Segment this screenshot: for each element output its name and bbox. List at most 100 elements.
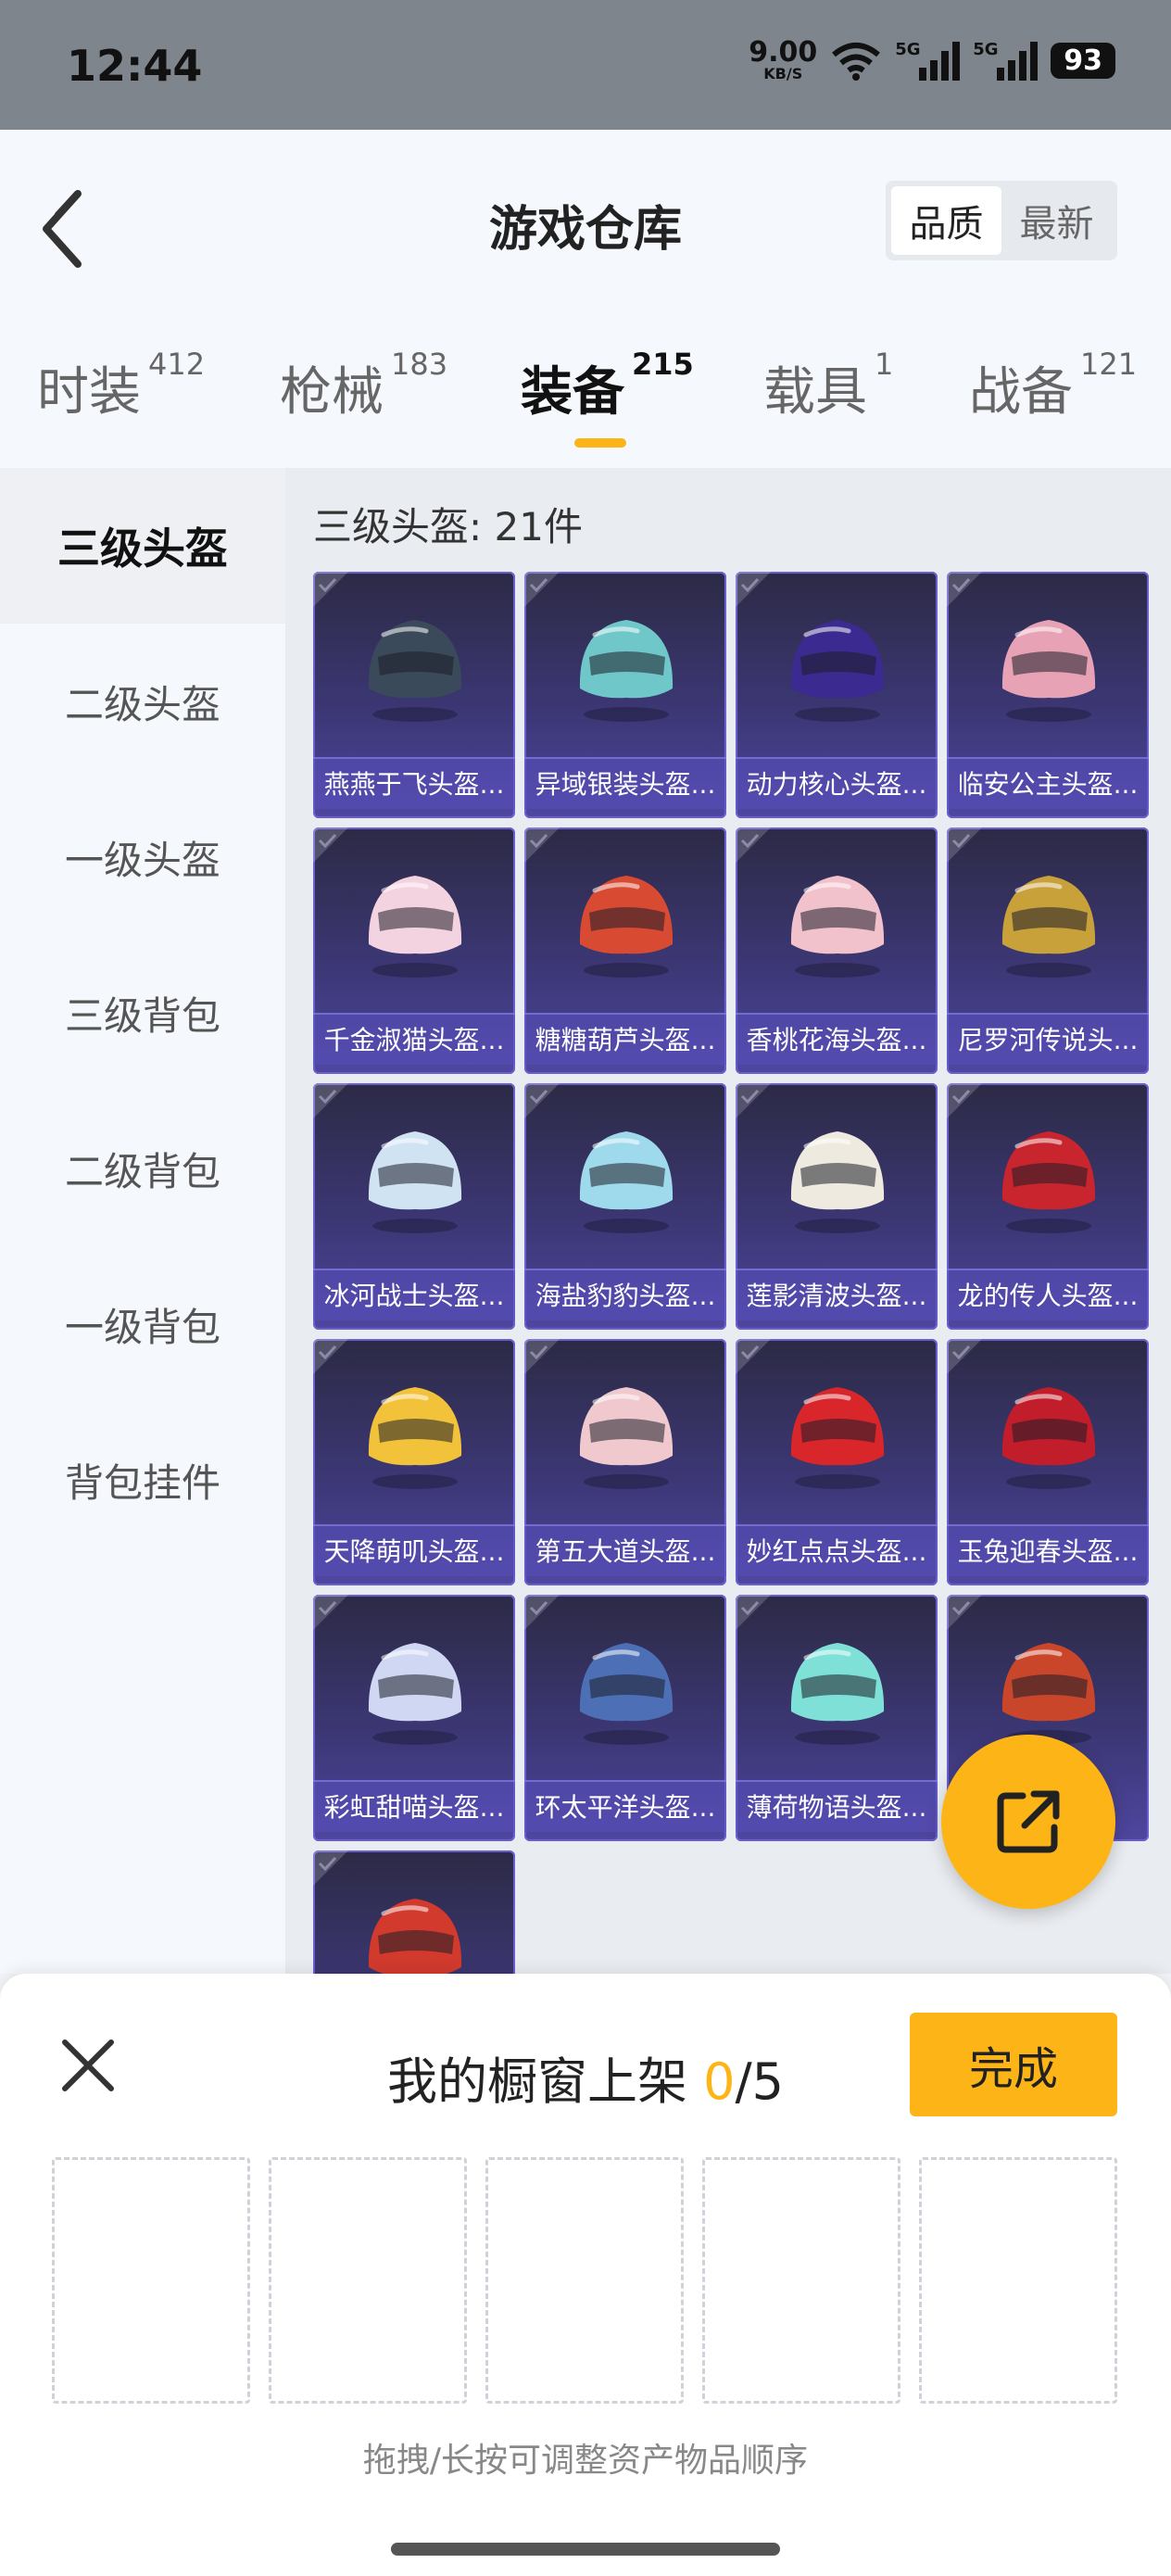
item-card[interactable]: 燕燕于飞头盔... [313, 572, 515, 818]
checkbox-corner-icon[interactable] [313, 1339, 348, 1374]
item-card[interactable]: 异域银装头盔... [524, 572, 726, 818]
item-name: 薄荷物语头盔... [736, 1780, 938, 1832]
tab-label: 枪械 [280, 362, 384, 423]
item-card[interactable]: 玉兔迎春头盔... [947, 1339, 1149, 1585]
helmet-icon [790, 1643, 885, 1745]
item-card[interactable]: 薄荷物语头盔... [736, 1595, 938, 1841]
tab-firearms[interactable]: 枪械 183 [280, 347, 447, 425]
tab-fashion[interactable]: 时装 412 [37, 347, 205, 425]
signal-label-2: 5G [973, 40, 999, 59]
item-card[interactable]: 龙的传人头盔... [947, 1083, 1149, 1330]
tab-gear[interactable]: 战备 121 [969, 347, 1137, 425]
checkbox-corner-icon[interactable] [947, 827, 982, 863]
item-card[interactable]: 环太平洋头盔... [524, 1595, 726, 1841]
checkbox-corner-icon[interactable] [524, 1083, 560, 1118]
checkbox-corner-icon[interactable] [736, 1339, 771, 1374]
sidebar-item-level3-backpack[interactable]: 三级背包 [0, 935, 285, 1091]
item-name: 香桃花海头盔... [736, 1013, 938, 1065]
showcase-title-text: 我的橱窗上架 [386, 2052, 704, 2111]
item-card[interactable]: 香桃花海头盔... [736, 827, 938, 1074]
sidebar-item-level3-helmet[interactable]: 三级头盔 [0, 468, 285, 624]
helmet-icon [368, 1899, 462, 1974]
item-card[interactable]: 彩虹甜喵头盔... [313, 1595, 515, 1841]
item-card[interactable]: 妙红点点头盔... [736, 1339, 938, 1585]
battery-indicator: 93 [1051, 42, 1115, 79]
item-card[interactable]: 天降萌叽头盔... [313, 1339, 515, 1585]
item-name: 冰河战士头盔... [313, 1269, 515, 1320]
helmet-icon [1001, 1131, 1096, 1233]
sort-quality-button[interactable]: 品质 [891, 186, 1001, 255]
item-name: 龙的传人头盔... [947, 1269, 1149, 1320]
sidebar-item-level1-helmet[interactable]: 一级头盔 [0, 779, 285, 935]
checkbox-corner-icon[interactable] [313, 827, 348, 863]
item-card[interactable]: 千金淑猫头盔... [313, 827, 515, 1074]
showcase-slot[interactable] [269, 2157, 467, 2404]
showcase-slot[interactable] [485, 2157, 684, 2404]
helmet-icon [1001, 620, 1096, 722]
sidebar-item-level2-backpack[interactable]: 二级背包 [0, 1091, 285, 1246]
helmet-icon [579, 1387, 674, 1489]
item-name: 临安公主头盔... [947, 757, 1149, 809]
share-fab-button[interactable] [941, 1735, 1115, 1909]
item-name: 糖糖葫芦头盔... [524, 1013, 726, 1065]
checkbox-corner-icon[interactable] [947, 1339, 982, 1374]
subcategory-sidebar: 三级头盔 二级头盔 一级头盔 三级背包 二级背包 一级背包 背包挂件 [0, 468, 285, 1974]
item-name: 天降萌叽头盔... [313, 1524, 515, 1576]
helmet-icon [790, 620, 885, 722]
tab-label: 载具 [763, 362, 867, 423]
item-card[interactable]: 动力核心头盔... [736, 572, 938, 818]
item-name: 妙红点点头盔... [736, 1524, 938, 1576]
item-card[interactable]: 临安公主头盔... [947, 572, 1149, 818]
checkbox-corner-icon[interactable] [524, 572, 560, 607]
tab-equipment[interactable]: 装备 215 [521, 347, 694, 448]
tab-vehicles[interactable]: 载具 1 [763, 347, 893, 425]
done-button[interactable]: 完成 [910, 2013, 1117, 2116]
checkbox-corner-icon[interactable] [524, 827, 560, 863]
app-header: 游戏仓库 品质 最新 时装 412 枪械 183 装备 215 载具 1 战备 121 [0, 130, 1171, 468]
status-icons: 9.00 KB/S 5G 5G 93 [749, 39, 1115, 82]
item-card[interactable] [313, 1850, 515, 1974]
item-card[interactable]: 莲影清波头盔... [736, 1083, 938, 1330]
showcase-slot[interactable] [702, 2157, 900, 2404]
item-name: 燕燕于飞头盔... [313, 757, 515, 809]
item-card[interactable]: 第五大道头盔... [524, 1339, 726, 1585]
checkbox-corner-icon[interactable] [313, 1083, 348, 1118]
checkbox-corner-icon[interactable] [736, 1083, 771, 1118]
speed-unit: KB/S [763, 65, 803, 82]
item-card[interactable]: 冰河战士头盔... [313, 1083, 515, 1330]
sort-latest-button[interactable]: 最新 [1001, 186, 1112, 255]
item-card[interactable]: 海盐豹豹头盔... [524, 1083, 726, 1330]
section-title: 三级头盔: 21件 [313, 504, 583, 549]
checkbox-corner-icon[interactable] [736, 572, 771, 607]
showcase-slot[interactable] [919, 2157, 1117, 2404]
checkbox-corner-icon[interactable] [736, 1595, 771, 1630]
home-indicator[interactable] [391, 2543, 780, 2556]
checkbox-corner-icon[interactable] [947, 572, 982, 607]
checkbox-corner-icon[interactable] [524, 1339, 560, 1374]
speed-value: 9.00 [749, 36, 818, 69]
sidebar-item-level1-backpack[interactable]: 一级背包 [0, 1246, 285, 1402]
checkbox-corner-icon[interactable] [524, 1595, 560, 1630]
item-name: 尼罗河传说头... [947, 1013, 1149, 1065]
sidebar-item-level2-helmet[interactable]: 二级头盔 [0, 624, 285, 779]
helmet-icon [790, 1131, 885, 1233]
helmet-icon [790, 876, 885, 978]
item-name: 千金淑猫头盔... [313, 1013, 515, 1065]
showcase-slot[interactable] [52, 2157, 250, 2404]
helmet-icon [368, 1387, 462, 1489]
status-bar: 12:44 9.00 KB/S 5G 5G 93 [0, 0, 1171, 130]
sidebar-item-backpack-charm[interactable]: 背包挂件 [0, 1402, 285, 1558]
helmet-icon [579, 620, 674, 722]
helmet-icon [368, 1131, 462, 1233]
checkbox-corner-icon[interactable] [313, 1595, 348, 1630]
item-card[interactable]: 尼罗河传说头... [947, 827, 1149, 1074]
checkbox-corner-icon[interactable] [736, 827, 771, 863]
helmet-icon [368, 1643, 462, 1745]
item-card[interactable]: 糖糖葫芦头盔... [524, 827, 726, 1074]
checkbox-corner-icon[interactable] [313, 1850, 348, 1886]
checkbox-corner-icon[interactable] [947, 1083, 982, 1118]
checkbox-corner-icon[interactable] [947, 1595, 982, 1630]
showcase-bottom-sheet: 我的橱窗上架 0/5 完成 拖拽/长按可调整资产物品顺序 [0, 1974, 1171, 2576]
checkbox-corner-icon[interactable] [313, 572, 348, 607]
helmet-icon [1001, 1387, 1096, 1489]
